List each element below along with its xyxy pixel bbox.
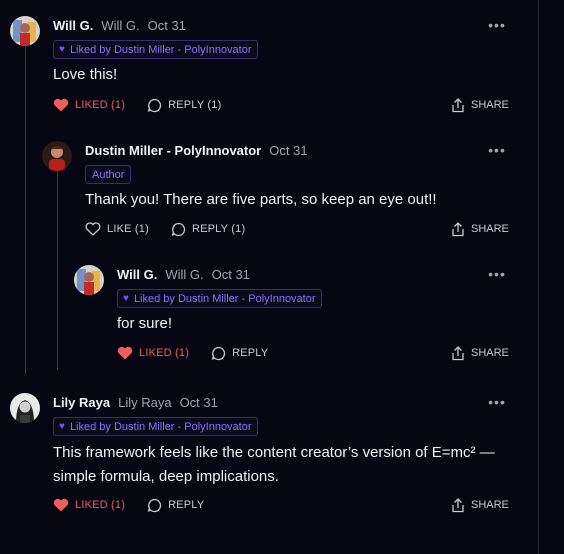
author-badge: Author [85,165,132,184]
like-button[interactable]: LIKE (1) [85,222,149,236]
author-handle[interactable]: Will G. [101,18,139,33]
badge-label: Liked by Dustin Miller - PolyInnovator [69,43,252,56]
comment-body: Love this! [53,66,118,83]
more-options-icon[interactable]: ••• [488,142,505,158]
reply-bubble-icon [147,498,162,512]
author-name[interactable]: Dustin Miller - PolyInnovator [85,143,261,158]
reply-label: REPLY (1) [168,99,222,111]
author-handle[interactable]: Lily Raya [118,395,171,410]
reply-label: REPLY [168,499,205,511]
reply-label: REPLY [232,347,269,359]
avatar[interactable] [42,141,72,171]
share-button[interactable]: SHARE [451,220,509,238]
avatar[interactable] [10,16,40,46]
reply-bubble-icon [147,98,162,112]
like-label: LIKED (1) [75,499,126,511]
more-options-icon[interactable]: ••• [488,17,505,33]
like-label: LIKED (1) [139,347,190,359]
reply-button[interactable]: REPLY [211,346,268,361]
comment-body: for sure! [117,315,173,332]
heart-icon: ♥ [59,44,65,55]
heart-icon [53,498,69,512]
liked-by-badge: ♥ Liked by Dustin Miller - PolyInnovator [117,289,322,308]
reply-button[interactable]: REPLY (1) [171,222,245,237]
share-icon [452,497,464,512]
share-icon [452,97,464,112]
comment-date[interactable]: Oct 31 [148,18,186,33]
share-icon [452,221,464,236]
share-label: SHARE [471,99,509,111]
heart-icon [85,222,101,236]
like-button[interactable]: LIKED (1) [53,498,125,512]
badge-label: Liked by Dustin Miller - PolyInnovator [133,292,316,305]
reply-button[interactable]: REPLY [147,498,204,513]
liked-by-badge: ♥ Liked by Dustin Miller - PolyInnovator [53,417,258,436]
share-label: SHARE [471,223,509,235]
heart-icon [117,346,133,360]
right-divider [538,0,539,554]
reply-button[interactable]: REPLY (1) [147,98,221,113]
heart-icon [53,98,69,112]
author-name[interactable]: Will G. [117,267,157,282]
reply-label: REPLY (1) [191,223,246,235]
like-label: LIKE (1) [107,223,149,235]
comment-body: This framework feels like the content cr… [53,441,495,489]
author-name[interactable]: Lily Raya [53,395,110,410]
badge-label: Liked by Dustin Miller - PolyInnovator [69,420,252,433]
comment-body: Thank you! There are five parts, so keep… [85,191,437,208]
comment-date[interactable]: Oct 31 [212,267,250,282]
like-label: LIKED (1) [75,99,126,111]
more-options-icon[interactable]: ••• [488,266,505,282]
more-options-icon[interactable]: ••• [488,394,505,410]
author-handle[interactable]: Will G. [165,267,203,282]
comment-body-line: This framework feels like the content cr… [53,444,495,461]
share-icon [452,345,464,360]
share-label: SHARE [471,499,509,511]
thread-line [25,44,26,374]
heart-icon: ♥ [123,293,129,304]
reply-bubble-icon [171,222,186,236]
share-label: SHARE [471,347,509,359]
heart-icon: ♥ [59,421,65,432]
share-button[interactable]: SHARE [451,344,509,362]
thread-line-nested [57,170,58,370]
like-button[interactable]: LIKED (1) [117,346,189,360]
liked-by-badge: ♥ Liked by Dustin Miller - PolyInnovator [53,40,258,59]
comment-body-line: simple formula, deep implications. [53,468,279,485]
comment-date[interactable]: Oct 31 [269,143,307,158]
like-button[interactable]: LIKED (1) [53,98,125,112]
avatar[interactable] [74,265,104,295]
share-button[interactable]: SHARE [451,96,509,114]
avatar[interactable] [10,393,40,423]
comment-date[interactable]: Oct 31 [180,395,218,410]
reply-bubble-icon [211,346,226,360]
share-button[interactable]: SHARE [451,496,509,514]
author-name[interactable]: Will G. [53,18,93,33]
